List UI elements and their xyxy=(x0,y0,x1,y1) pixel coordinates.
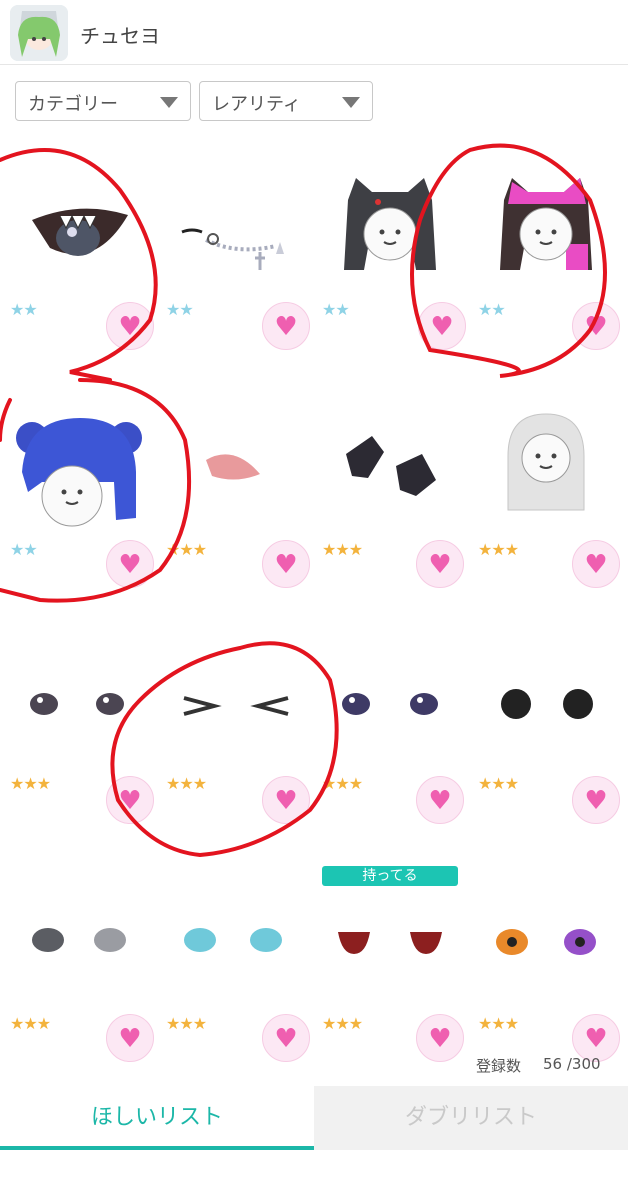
black-cat-hood-thumbnail xyxy=(344,178,436,270)
heart-icon[interactable]: ♥ xyxy=(106,1014,154,1062)
heart-icon[interactable]: ♥ xyxy=(262,302,310,350)
heart-icon[interactable]: ♥ xyxy=(106,302,154,350)
navy-eyes-thumbnail xyxy=(342,693,438,715)
gray-lined-eyes-thumbnail xyxy=(32,928,126,952)
item-card[interactable]: ★★ ♥ xyxy=(0,160,156,360)
heart-icon[interactable]: ♥ xyxy=(106,540,154,588)
heart-icon[interactable]: ♥ xyxy=(572,540,620,588)
heart-icon[interactable]: ♥ xyxy=(572,776,620,824)
item-card[interactable]: ★★★ ♥ xyxy=(156,640,312,840)
rarity-stars: ★★ xyxy=(478,300,506,319)
heart-icon[interactable]: ♥ xyxy=(572,302,620,350)
rarity-stars: ★★★ xyxy=(478,774,519,793)
gray-eyes-thumbnail xyxy=(30,693,124,715)
username: チュセヨ xyxy=(80,24,160,48)
rarity-stars: ★★ xyxy=(166,300,194,319)
heart-icon[interactable]: ♥ xyxy=(418,302,466,350)
eye-teeth-thumbnail xyxy=(32,208,128,256)
rarity-dropdown-label: レアリティ xyxy=(212,94,301,115)
item-card[interactable]: ★★ ♥ xyxy=(468,160,624,360)
rarity-stars: ★★ xyxy=(10,540,38,559)
cyan-eyes-thumbnail xyxy=(184,928,282,952)
registration-label: 登録数 xyxy=(476,1057,522,1075)
heart-icon[interactable]: ♥ xyxy=(416,540,464,588)
avatar[interactable] xyxy=(10,5,68,61)
item-card[interactable]: ★★★ ♥ xyxy=(468,880,624,1080)
heart-icon[interactable]: ♥ xyxy=(416,776,464,824)
registration-count: 56 /300 xyxy=(543,1055,601,1073)
pink-cat-hood-thumbnail xyxy=(500,178,592,270)
black-gloves-thumbnail xyxy=(346,436,436,496)
orange-purple-eyes-thumbnail xyxy=(496,929,596,955)
heart-icon[interactable]: ♥ xyxy=(262,1014,310,1062)
item-card[interactable]: ★★ ♥ xyxy=(312,160,468,360)
category-dropdown[interactable]: カテゴリー xyxy=(15,81,191,121)
rarity-stars: ★★★ xyxy=(322,774,363,793)
tab-bar: ほしいリスト ダブリリスト xyxy=(0,1086,628,1150)
item-card[interactable]: ★★ ♥ xyxy=(156,160,312,360)
rarity-stars: ★★★ xyxy=(478,1014,519,1033)
item-card[interactable]: ★★★ ♥ xyxy=(468,640,624,840)
item-card[interactable]: ★★★ ♥ xyxy=(0,880,156,1080)
black-round-eyes-thumbnail xyxy=(501,689,593,719)
rarity-stars: ★★ xyxy=(10,300,38,319)
mustache-chain-thumbnail xyxy=(181,228,284,270)
heart-icon[interactable]: ♥ xyxy=(262,776,310,824)
item-card[interactable]: ★★★ ♥ xyxy=(468,400,624,600)
item-card[interactable]: ★★★ ♥ xyxy=(312,400,468,600)
chevron-down-icon xyxy=(342,97,360,108)
heart-icon[interactable]: ♥ xyxy=(106,776,154,824)
pink-nose-thumbnail xyxy=(206,454,260,480)
rarity-stars: ★★★ xyxy=(166,1014,207,1033)
chevron-down-icon xyxy=(160,97,178,108)
rarity-stars: ★★ xyxy=(322,300,350,319)
rarity-stars: ★★★ xyxy=(478,540,519,559)
rarity-stars: ★★★ xyxy=(322,1014,363,1033)
item-card[interactable]: ★★★ ♥ xyxy=(0,640,156,840)
heart-icon[interactable]: ♥ xyxy=(416,1014,464,1062)
item-card[interactable]: ★★★ ♥ xyxy=(156,880,312,1080)
header: チュセヨ xyxy=(0,0,628,65)
kuma-beanie-thumbnail xyxy=(16,418,142,527)
item-card[interactable]: ★★★ ♥ xyxy=(156,400,312,600)
tab-wishlist[interactable]: ほしいリスト xyxy=(0,1086,314,1150)
rarity-stars: ★★★ xyxy=(10,774,51,793)
item-card[interactable]: ★★★ ♥ xyxy=(312,880,468,1080)
rarity-stars: ★★★ xyxy=(10,1014,51,1033)
rarity-stars: ★★★ xyxy=(166,774,207,793)
category-dropdown-label: カテゴリー xyxy=(28,94,118,115)
red-eyes-thumbnail xyxy=(338,932,442,954)
white-hair-thumbnail xyxy=(507,413,585,511)
rarity-stars: ★★★ xyxy=(322,540,363,559)
squint-eyes-thumbnail xyxy=(183,696,289,716)
item-card[interactable]: ★★★ ♥ xyxy=(312,640,468,840)
rarity-stars: ★★★ xyxy=(166,540,207,559)
rarity-dropdown[interactable]: レアリティ xyxy=(199,81,373,121)
item-card[interactable]: ★★ ♥ xyxy=(0,400,156,600)
tab-duplicates[interactable]: ダブリリスト xyxy=(314,1086,628,1150)
heart-icon[interactable]: ♥ xyxy=(262,540,310,588)
